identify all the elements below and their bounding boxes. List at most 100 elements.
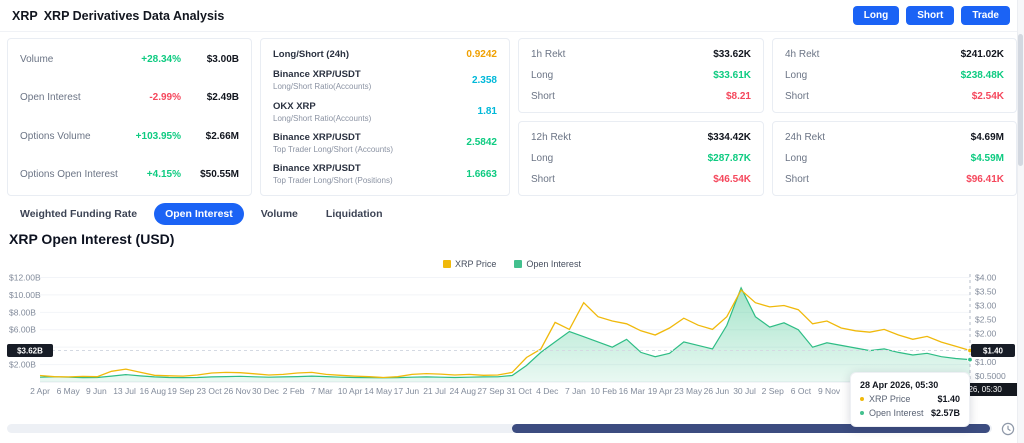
svg-text:$2.50: $2.50: [975, 315, 997, 325]
header-actions: Long Short Trade: [853, 6, 1010, 25]
svg-text:$4.00: $4.00: [975, 272, 997, 282]
svg-text:14 May: 14 May: [364, 386, 393, 396]
stat-value: $2.66M: [181, 131, 239, 142]
stat-row-options-open-interest: Options Open Interest +4.15% $50.55M: [20, 169, 239, 180]
ratio-value: 0.9242: [466, 49, 497, 60]
tab-volume[interactable]: Volume: [250, 203, 309, 225]
rekt-short-label: Short: [785, 91, 809, 102]
tooltip-value: $1.40: [937, 394, 960, 404]
svg-text:24 Aug: 24 Aug: [449, 386, 476, 396]
ratio-sublabel: Top Trader Long/Short (Positions): [273, 176, 393, 185]
page-scrollbar-thumb[interactable]: [1018, 34, 1023, 166]
rekt-short-value: $96.41K: [966, 174, 1004, 185]
rekt-panel-12h: 12h Rekt$334.42K Long$287.87K Short$46.5…: [518, 121, 764, 196]
svg-text:10 Feb: 10 Feb: [590, 386, 617, 396]
svg-text:$10.00B: $10.00B: [9, 290, 41, 300]
svg-text:9 Jun: 9 Jun: [86, 386, 107, 396]
chart-title: XRP Open Interest (USD): [9, 231, 174, 247]
stat-label: Options Volume: [20, 131, 119, 142]
svg-text:$2.00B: $2.00B: [9, 360, 36, 370]
rekt-total: $241.02K: [961, 49, 1004, 60]
svg-text:13 Jul: 13 Jul: [113, 386, 136, 396]
rekt-long-label: Long: [531, 153, 553, 164]
rekt-total: $4.69M: [971, 132, 1004, 143]
ratio-row-top-trader-positions: Binance XRP/USDT Top Trader Long/Short (…: [273, 163, 497, 185]
stat-label: Open Interest: [20, 92, 119, 103]
rekt-panel-24h: 24h Rekt$4.69M Long$4.59M Short$96.41K: [772, 121, 1017, 196]
rekt-long-value: $33.61K: [713, 70, 751, 81]
svg-text:2 Feb: 2 Feb: [283, 386, 305, 396]
svg-text:$3.00: $3.00: [975, 301, 997, 311]
ratio-label: Binance XRP/USDT: [273, 69, 371, 80]
tooltip-label: Open Interest: [869, 408, 926, 418]
rekt-total: $334.42K: [708, 132, 751, 143]
legend-label: Open Interest: [526, 259, 581, 269]
chart-tooltip: 28 Apr 2026, 05:30 XRP Price $1.40 Open …: [850, 372, 970, 427]
rekt-column-1: 1h Rekt$33.62K Long$33.61K Short$8.21 12…: [518, 38, 764, 196]
svg-text:30 Jul: 30 Jul: [733, 386, 756, 396]
svg-text:30 Dec: 30 Dec: [252, 386, 280, 396]
svg-text:19 Apr: 19 Apr: [648, 386, 673, 396]
stat-change: +4.15%: [119, 169, 181, 180]
chart-range-scrollbar[interactable]: [7, 424, 992, 433]
ratio-row-binance-accounts: Binance XRP/USDT Long/Short Ratio(Accoun…: [273, 69, 497, 91]
tooltip-row-price: XRP Price $1.40: [860, 394, 960, 404]
svg-text:$12.00B: $12.00B: [9, 272, 41, 282]
stat-value: $3.00B: [181, 54, 239, 65]
ratio-value: 1.6663: [466, 169, 497, 180]
svg-text:$1.40: $1.40: [983, 347, 1004, 356]
long-button[interactable]: Long: [853, 6, 899, 25]
ratio-label: Long/Short (24h): [273, 49, 349, 60]
legend-item-xrp-price[interactable]: XRP Price: [443, 259, 496, 269]
rekt-panel-4h: 4h Rekt$241.02K Long$238.48K Short$2.54K: [772, 38, 1017, 113]
svg-text:$2.00: $2.00: [975, 329, 997, 339]
svg-text:$0.5000: $0.5000: [975, 371, 1006, 381]
svg-text:$8.00B: $8.00B: [9, 307, 36, 317]
tooltip-row-open-interest: Open Interest $2.57B: [860, 408, 960, 418]
svg-text:7 Jan: 7 Jan: [565, 386, 586, 396]
stat-label: Options Open Interest: [20, 169, 119, 180]
ratio-row-top-trader-accounts: Binance XRP/USDT Top Trader Long/Short (…: [273, 132, 497, 154]
summary-panels: Volume +28.34% $3.00B Open Interest -2.9…: [7, 38, 1017, 196]
legend-item-open-interest[interactable]: Open Interest: [514, 259, 581, 269]
svg-text:23 Oct: 23 Oct: [197, 386, 223, 396]
rekt-short-value: $46.54K: [713, 174, 751, 185]
ratio-row-24h: Long/Short (24h) 0.9242: [273, 49, 497, 60]
ratio-value: 2.358: [472, 75, 497, 86]
tab-liquidation[interactable]: Liquidation: [315, 203, 394, 225]
svg-text:16 Aug: 16 Aug: [139, 386, 166, 396]
svg-text:6 May: 6 May: [57, 386, 81, 396]
chart-legend: XRP Price Open Interest: [0, 259, 1024, 269]
svg-text:6 Oct: 6 Oct: [791, 386, 812, 396]
stat-change: -2.99%: [119, 92, 181, 103]
legend-swatch-open-interest: [514, 260, 522, 268]
rekt-panel-1h: 1h Rekt$33.62K Long$33.61K Short$8.21: [518, 38, 764, 113]
xrp-derivatives-dashboard: XRPXRP Derivatives Data Analysis Long Sh…: [0, 0, 1024, 443]
svg-text:26 Nov: 26 Nov: [224, 386, 252, 396]
page-scrollbar[interactable]: [1017, 0, 1024, 443]
rekt-short-value: $2.54K: [972, 91, 1004, 102]
stat-value: $50.55M: [181, 169, 239, 180]
svg-text:21 Jul: 21 Jul: [423, 386, 446, 396]
coin-symbol: XRP: [12, 9, 38, 23]
rekt-long-label: Long: [785, 153, 807, 164]
clock-icon[interactable]: [1001, 422, 1015, 436]
rekt-total: $33.62K: [713, 49, 751, 60]
tab-open-interest[interactable]: Open Interest: [154, 203, 244, 225]
tab-weighted-funding-rate[interactable]: Weighted Funding Rate: [9, 203, 148, 225]
svg-text:16 Mar: 16 Mar: [619, 386, 646, 396]
rekt-column-2: 4h Rekt$241.02K Long$238.48K Short$2.54K…: [772, 38, 1017, 196]
stat-label: Volume: [20, 54, 119, 65]
rekt-long-value: $4.59M: [971, 153, 1004, 164]
rekt-title: 1h Rekt: [531, 49, 565, 60]
svg-text:31 Oct: 31 Oct: [507, 386, 533, 396]
svg-text:$3.62B: $3.62B: [17, 347, 43, 356]
short-button[interactable]: Short: [906, 6, 954, 25]
trade-button[interactable]: Trade: [961, 6, 1010, 25]
legend-swatch-price: [443, 260, 451, 268]
svg-text:$6.00B: $6.00B: [9, 325, 36, 335]
rekt-short-value: $8.21: [726, 91, 751, 102]
page-title: XRPXRP Derivatives Data Analysis: [12, 9, 224, 23]
tooltip-label: XRP Price: [869, 394, 932, 404]
ratio-sublabel: Top Trader Long/Short (Accounts): [273, 145, 393, 154]
